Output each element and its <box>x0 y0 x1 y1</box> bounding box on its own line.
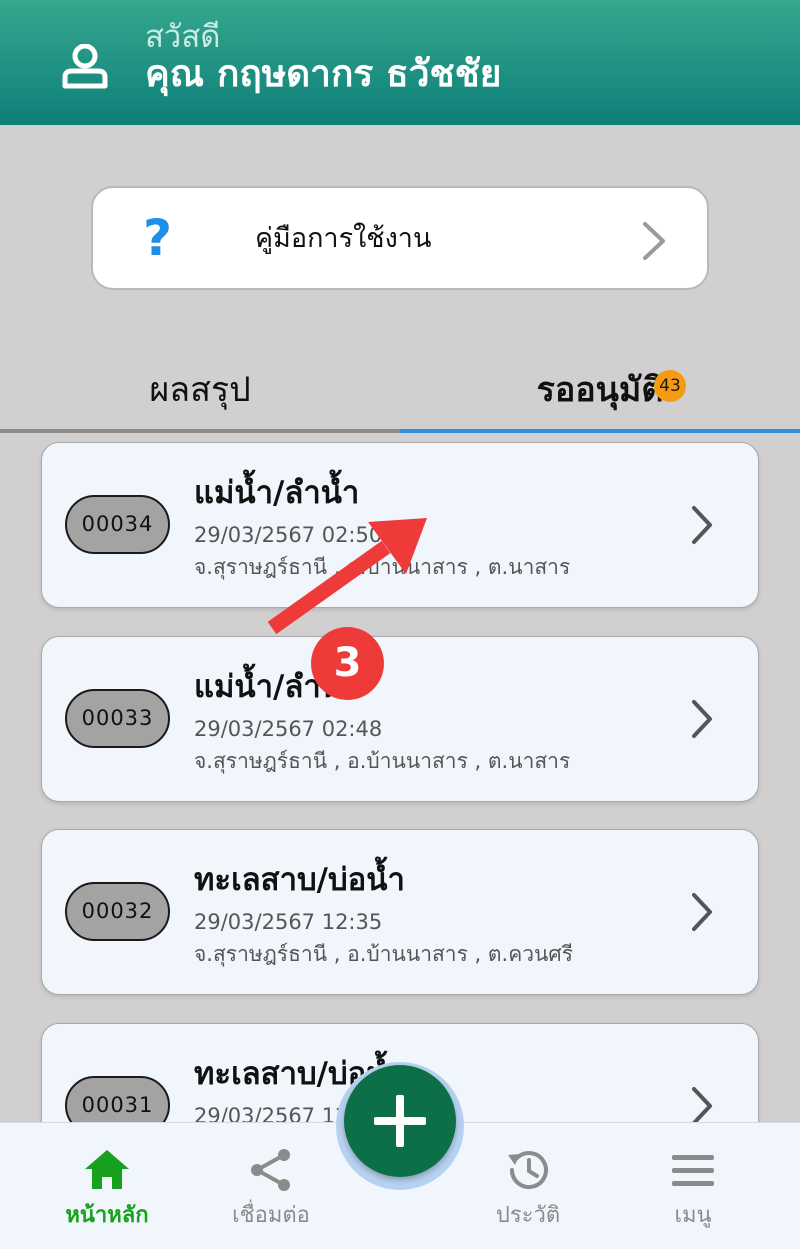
question-icon: ? <box>143 209 173 267</box>
chevron-right-icon <box>692 1087 712 1125</box>
record-list[interactable]: 00034 แม่น้ำ/ลำน้ำ 29/03/2567 02:50 จ.สุ… <box>0 440 800 1140</box>
record-id-badge: 00033 <box>65 689 170 748</box>
share-icon <box>251 1149 290 1191</box>
greeting-text: สวัสดี <box>145 19 221 55</box>
record-date: 29/03/2567 02:50 <box>194 523 383 547</box>
tab-summary-underline <box>0 429 400 433</box>
record-id-badge: 00032 <box>65 882 170 941</box>
record-location: จ.สุราษฎร์ธานี , อ.บ้านนาสาร , ต.นาสาร <box>194 555 571 579</box>
record-id-badge: 00034 <box>65 495 170 554</box>
tab-pending-label: รออนุมัติ <box>536 370 664 410</box>
home-icon <box>85 1150 129 1189</box>
nav-connect[interactable]: เชื่อมต่อ <box>201 1123 341 1249</box>
pending-count-badge: 43 <box>654 370 686 402</box>
chevron-right-icon <box>643 222 665 260</box>
tab-summary-label: ผลสรุป <box>149 370 251 410</box>
record-card[interactable]: 00032 ทะเลสาบ/บ่อน้ำ 29/03/2567 12:35 จ.… <box>41 829 759 995</box>
nav-history[interactable]: ประวัติ <box>458 1123 598 1249</box>
record-title: แม่น้ำ/ลำน้ำ <box>194 475 360 511</box>
tab-pending-approval[interactable]: รออนุมัติ 43 <box>400 350 800 435</box>
record-card[interactable]: 00034 แม่น้ำ/ลำน้ำ 29/03/2567 02:50 จ.สุ… <box>41 442 759 608</box>
annotation-step-number: 3 <box>311 627 384 700</box>
plus-icon <box>374 1095 426 1147</box>
app-header: สวัสดี คุณ กฤษดากร ธวัชชัย <box>0 0 800 125</box>
nav-menu-label: เมนู <box>674 1203 712 1228</box>
record-date: 29/03/2567 02:48 <box>194 717 383 741</box>
record-date: 29/03/2567 12:35 <box>194 910 383 934</box>
tab-bar: ผลสรุป รออนุมัติ 43 <box>0 350 800 435</box>
tab-summary[interactable]: ผลสรุป <box>0 350 400 435</box>
user-icon <box>62 44 108 89</box>
menu-icon <box>672 1155 714 1186</box>
nav-home-label: หน้าหลัก <box>65 1203 149 1228</box>
record-location: จ.สุราษฎร์ธานี , อ.บ้านนาสาร , ต.ควนศรี <box>194 942 574 966</box>
history-icon <box>508 1151 548 1190</box>
user-name: คุณ กฤษดากร ธวัชชัย <box>145 52 502 95</box>
chevron-right-icon <box>692 700 712 738</box>
user-guide-label: คู่มือการใช้งาน <box>255 223 432 254</box>
record-title: ทะเลสาบ/บ่อน้ำ <box>194 862 405 898</box>
tab-pending-underline <box>400 429 800 433</box>
nav-connect-label: เชื่อมต่อ <box>232 1203 310 1228</box>
nav-menu[interactable]: เมนู <box>623 1123 763 1249</box>
chevron-right-icon <box>692 893 712 931</box>
nav-history-label: ประวัติ <box>495 1203 561 1228</box>
record-location: จ.สุราษฎร์ธานี , อ.บ้านนาสาร , ต.นาสาร <box>194 749 571 773</box>
add-record-button[interactable] <box>344 1065 456 1177</box>
chevron-right-icon <box>692 506 712 544</box>
nav-home[interactable]: หน้าหลัก <box>37 1123 177 1249</box>
record-card[interactable]: 00033 แม่น้ำ/ลำน้ำ 29/03/2567 02:48 จ.สุ… <box>41 636 759 802</box>
user-guide-button[interactable]: ? คู่มือการใช้งาน <box>91 186 709 290</box>
